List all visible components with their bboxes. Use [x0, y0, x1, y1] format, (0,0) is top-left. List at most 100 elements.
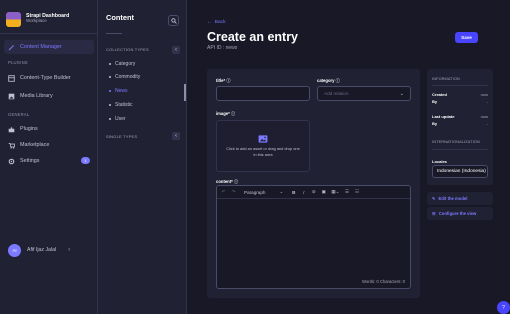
configure-view-button[interactable]: ☰ Configure the view: [427, 207, 493, 220]
sub-item-label: Category: [115, 61, 136, 67]
single-types-heading: SINGLE TYPES: [106, 134, 138, 139]
sub-item-news[interactable]: News: [109, 88, 128, 94]
configure-view-label: Configure the view: [438, 211, 477, 216]
chevron-down-icon: ⌄: [399, 91, 404, 97]
divider: [432, 149, 488, 150]
sub-nav-title: Content: [106, 13, 134, 22]
avatar: AI: [8, 243, 21, 257]
locale-select[interactable]: Indonesian (Indonesia): [432, 165, 488, 178]
help-button[interactable]: ?: [497, 301, 510, 314]
plugins-heading: PLUGINS: [8, 60, 28, 65]
scrollbar[interactable]: [184, 84, 186, 101]
search-icon: [170, 17, 177, 24]
sub-item-label: News: [115, 88, 128, 94]
sub-item-label: Commodity: [115, 74, 141, 80]
nav-item-label: Content Manager: [20, 44, 62, 50]
content-editor[interactable]: ↶ ↷ Paragraph ⌄ B I ⊘ ▣ ▦⌄ ☰ ☷ Words: 0 …: [216, 185, 411, 289]
back-label: Back: [214, 20, 226, 25]
bullet-icon: [109, 76, 111, 78]
sub-item-label: Statistic: [115, 102, 133, 108]
info-icon: ⓘ: [233, 179, 239, 184]
nav-item-plugins[interactable]: Plugins: [4, 122, 94, 136]
sub-item-statistic[interactable]: Statistic: [109, 102, 133, 108]
created-row: Created now: [432, 92, 488, 97]
nav-item-content-manager[interactable]: Content Manager: [4, 40, 94, 54]
editor-toolbar: ↶ ↷ Paragraph ⌄ B I ⊘ ▣ ▦⌄ ☰ ☷: [217, 186, 410, 199]
search-button[interactable]: [168, 15, 179, 26]
numbered-list-icon[interactable]: ☷: [355, 189, 360, 195]
general-heading: GENERAL: [8, 112, 30, 117]
nav-item-content-type-builder[interactable]: Content-Type Builder: [4, 71, 94, 85]
category-label: category ⓘ: [317, 78, 340, 83]
api-id: API ID : news: [207, 45, 238, 51]
info-icon: ⓘ: [226, 78, 231, 83]
feather-icon: [8, 44, 15, 51]
sub-item-label: User: [115, 116, 126, 122]
collection-types-heading: COLLECTION TYPES: [106, 47, 149, 52]
word-count: Words: 0 Characters: 0: [362, 279, 405, 284]
save-button[interactable]: Save: [455, 32, 478, 43]
locales-label: Locales: [432, 159, 447, 164]
brand[interactable]: Strapi Dashboard Workplace: [6, 8, 96, 30]
bulleted-list-icon[interactable]: ☰: [345, 189, 350, 195]
italic-icon[interactable]: I: [301, 190, 306, 195]
nav-item-media-library[interactable]: Media Library: [4, 89, 94, 103]
page-title: Create an entry: [207, 30, 299, 44]
strapi-logo: [6, 11, 21, 27]
info-icon: ⓘ: [335, 78, 340, 83]
category-placeholder: Add relation: [324, 91, 349, 96]
sub-item-category[interactable]: Category: [109, 61, 135, 67]
internationalization-heading: INTERNATIONALIZATION: [432, 140, 480, 144]
paragraph-style-label: Paragraph: [244, 189, 266, 195]
title-input[interactable]: [216, 86, 310, 101]
entry-form: title* ⓘ category ⓘ Add relation ⌄ image…: [207, 69, 420, 298]
image-label: image* ⓘ: [216, 111, 236, 116]
information-panel: INFORMATION Created now By - Last update no…: [427, 69, 493, 185]
created-by-row: By -: [432, 99, 488, 104]
image-insert-icon[interactable]: ▣: [321, 189, 326, 195]
nav-item-label: Media Library: [20, 93, 53, 99]
nav-item-label: Settings: [20, 158, 40, 164]
list-settings-icon: ☰: [432, 211, 436, 216]
dropzone-text: Click to add an asset or drag and drop o…: [226, 146, 300, 157]
category-select[interactable]: Add relation ⌄: [317, 86, 411, 101]
content-sub-nav: Content COLLECTION TYPES ‹ Category Comm…: [98, 0, 187, 314]
table-icon[interactable]: ▦⌄: [331, 189, 339, 195]
undo-icon[interactable]: ↶: [221, 189, 226, 195]
collapse-collection-button[interactable]: ‹: [172, 46, 180, 54]
nav-item-label: Content-Type Builder: [20, 75, 71, 81]
brand-subtitle: Workplace: [26, 18, 47, 24]
arrow-left-icon: ←: [207, 20, 212, 25]
user-name: Afif Ijaz Jalal: [27, 247, 57, 253]
link-icon[interactable]: ⊘: [311, 189, 316, 195]
divider: [432, 85, 488, 86]
puzzle-icon: [8, 126, 15, 133]
user-menu[interactable]: AI Afif Ijaz Jalal ‹: [8, 242, 92, 258]
updated-by-row: By -: [432, 121, 488, 126]
title-label: title* ⓘ: [216, 78, 231, 83]
pencil-icon: ✎: [432, 196, 436, 201]
nav-item-label: Plugins: [20, 126, 38, 132]
info-icon: ⓘ: [230, 111, 236, 116]
builder-icon: [8, 74, 15, 82]
nav-divider: [0, 33, 98, 34]
sub-item-user[interactable]: User: [109, 116, 126, 122]
bullet-icon: [109, 104, 111, 106]
bold-icon[interactable]: B: [291, 190, 296, 195]
back-link[interactable]: ← Back: [207, 20, 225, 25]
collapse-single-button[interactable]: ‹: [172, 132, 180, 140]
collapse-icon[interactable]: ‹: [68, 247, 70, 253]
image-dropzone[interactable]: Click to add an asset or drag and drop o…: [216, 120, 310, 172]
redo-icon[interactable]: ↷: [231, 189, 236, 195]
updated-row: Last update now: [432, 114, 488, 119]
sub-item-commodity[interactable]: Commodity: [109, 74, 140, 80]
bullet-icon: [109, 90, 111, 92]
nav-item-label: Marketplace: [20, 142, 50, 148]
nav-item-marketplace[interactable]: Marketplace: [4, 138, 94, 152]
information-heading: INFORMATION: [432, 77, 460, 81]
bullet-icon: [109, 118, 111, 120]
edit-model-button[interactable]: ✎ Edit the model: [427, 192, 493, 205]
main-nav: Strapi Dashboard Workplace Content Manag…: [0, 0, 98, 314]
cart-icon: [8, 142, 15, 149]
paragraph-style-select[interactable]: Paragraph ⌄: [241, 188, 286, 196]
